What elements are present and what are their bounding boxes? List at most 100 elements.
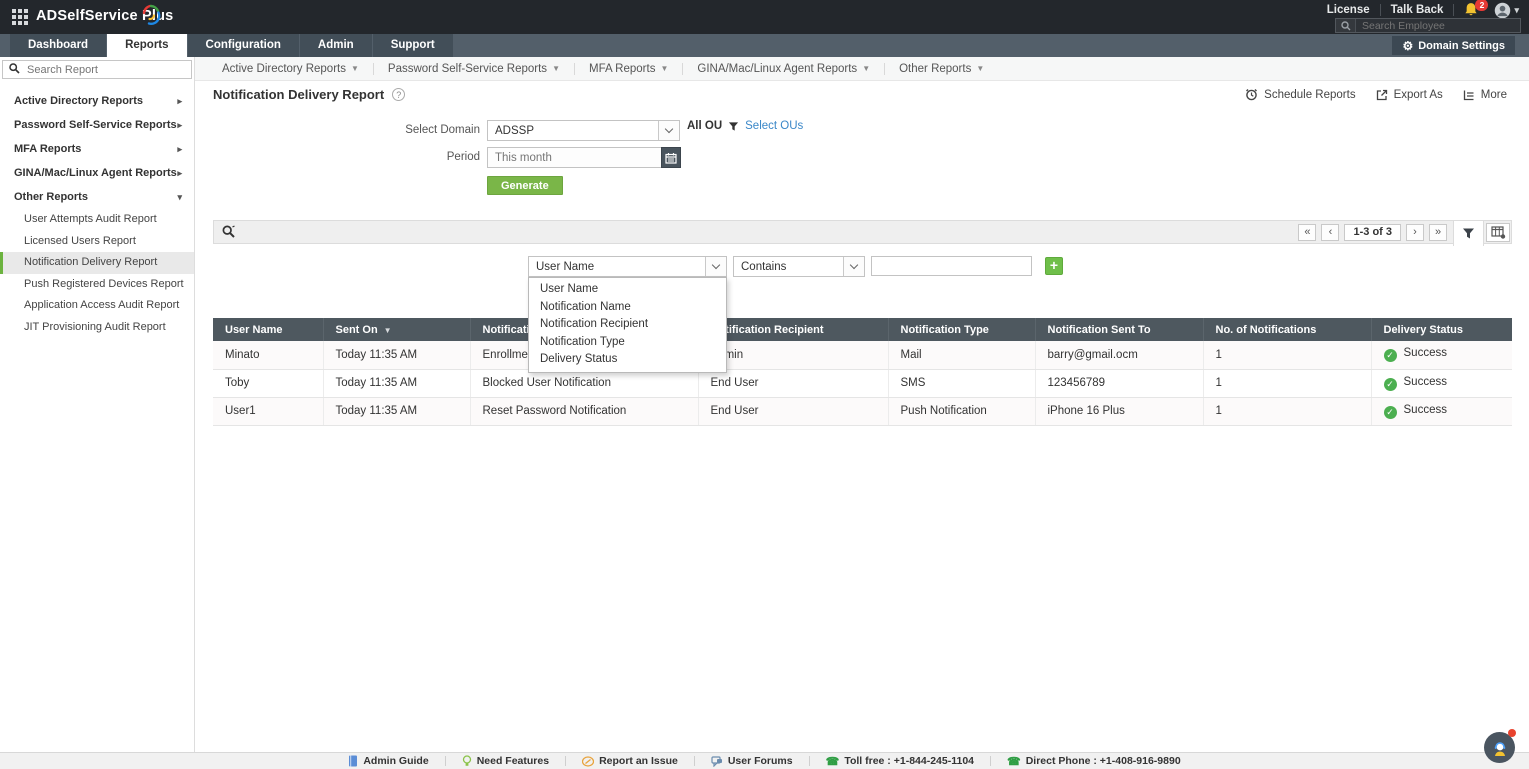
calendar-icon [665, 152, 677, 164]
column-chooser-button[interactable] [1486, 223, 1510, 242]
license-link[interactable]: License [1327, 4, 1370, 16]
sidebar-item-user-attempts-audit-report[interactable]: User Attempts Audit Report [0, 209, 194, 231]
sidebar-item-other-reports[interactable]: Other Reports ▾ [0, 185, 194, 209]
chat-alert-dot [1508, 729, 1516, 737]
report-an-issue-link[interactable]: Report an Issue [566, 755, 694, 767]
footer: Admin Guide Need Features Report an Issu… [0, 752, 1529, 769]
next-page-button[interactable]: › [1406, 224, 1424, 241]
success-check-icon: ✓ [1384, 406, 1397, 419]
chevron-right-icon: ▸ [177, 113, 182, 137]
dropdown-option-notification-type[interactable]: Notification Type [529, 334, 726, 352]
col-delivery-status[interactable]: Delivery Status [1371, 318, 1512, 341]
filter-funnel-icon [1462, 227, 1475, 240]
generate-button[interactable]: Generate [487, 176, 563, 195]
people-icon [711, 756, 723, 767]
dropdown-option-notification-name[interactable]: Notification Name [529, 299, 726, 317]
catnav-password-self-service-reports[interactable]: Password Self-Service Reports▼ [374, 63, 574, 75]
tab-admin[interactable]: Admin [300, 34, 372, 57]
domain-select[interactable]: ADSSP [487, 120, 680, 141]
col-sent-on[interactable]: Sent On▼ [323, 318, 470, 341]
need-features-link[interactable]: Need Features [446, 755, 565, 767]
tab-dashboard[interactable]: Dashboard [10, 34, 106, 57]
schedule-reports-button[interactable]: Schedule Reports [1245, 88, 1355, 101]
phone-icon: ☎ [1007, 755, 1021, 768]
topbar: ADSelfService Plus License Talk Back 2 ▾ [0, 0, 1529, 34]
account-menu[interactable]: ▾ [1494, 2, 1519, 19]
col-notification-sent-to[interactable]: Notification Sent To [1035, 318, 1203, 341]
sidebar-item-push-registered-devices-report[interactable]: Push Registered Devices Report [0, 274, 194, 296]
catnav-gina-mac-linux-agent-reports[interactable]: GINA/Mac/Linux Agent Reports▼ [683, 63, 884, 75]
table-search-icon[interactable] [222, 225, 236, 244]
chevron-right-icon: ▸ [177, 89, 182, 113]
catnav-mfa-reports[interactable]: MFA Reports▼ [575, 63, 682, 75]
filter-operator-select[interactable]: Contains [733, 256, 865, 277]
domain-settings-button[interactable]: ⚙ Domain Settings [1392, 36, 1515, 55]
alarm-clock-icon [1245, 88, 1258, 101]
dropdown-option-notification-recipient[interactable]: Notification Recipient [529, 316, 726, 334]
sidebar-item-active-directory-reports[interactable]: Active Directory Reports ▸ [0, 89, 194, 113]
catnav-active-directory-reports[interactable]: Active Directory Reports▼ [208, 63, 373, 75]
brand-swoosh-icon [140, 3, 162, 27]
tab-configuration[interactable]: Configuration [188, 34, 299, 57]
user-forums-link[interactable]: User Forums [695, 755, 809, 767]
export-as-button[interactable]: Export As [1376, 89, 1443, 101]
tab-reports[interactable]: Reports [107, 34, 186, 57]
sidebar-item-application-access-audit-report[interactable]: Application Access Audit Report [0, 295, 194, 317]
calendar-button[interactable] [661, 147, 681, 168]
report-grid: « ‹ 1-3 of 3 › » User Name [213, 220, 1512, 426]
support-agent-icon [1491, 739, 1509, 757]
catnav-other-reports[interactable]: Other Reports▼ [885, 63, 998, 75]
table-row[interactable]: Toby Today 11:35 AM Blocked User Notific… [213, 369, 1512, 397]
select-ous-link[interactable]: Select OUs [745, 120, 803, 132]
report-search-input[interactable] [23, 64, 191, 76]
notifications-bell-icon[interactable]: 2 [1464, 2, 1484, 18]
sort-desc-icon: ▼ [384, 326, 392, 335]
sidebar-item-notification-delivery-report[interactable]: Notification Delivery Report [0, 252, 194, 274]
phone-icon: ☎ [826, 755, 840, 768]
pencil-note-icon [582, 756, 594, 767]
topbar-utility-cluster: License Talk Back 2 ▾ [1327, 2, 1519, 18]
col-no-of-notifications[interactable]: No. of Notifications [1203, 318, 1371, 341]
first-page-button[interactable]: « [1298, 224, 1316, 241]
divider [1380, 4, 1381, 16]
status-badge: Success [1404, 347, 1447, 359]
direct-phone-number: ☎ Direct Phone : +1-408-916-9890 [991, 755, 1197, 768]
add-filter-button[interactable]: + [1045, 257, 1063, 275]
col-user-name[interactable]: User Name [213, 318, 323, 341]
dropdown-option-delivery-status[interactable]: Delivery Status [529, 351, 726, 369]
sidebar-item-jit-provisioning-audit-report[interactable]: JIT Provisioning Audit Report [0, 317, 194, 339]
toll-free-number: ☎ Toll free : +1-844-245-1104 [810, 755, 990, 768]
main-content: Notification Delivery Report ? Schedule … [195, 81, 1529, 752]
pagination-range-label: 1-3 of 3 [1344, 224, 1401, 241]
export-icon [1376, 89, 1388, 101]
last-page-button[interactable]: » [1429, 224, 1447, 241]
dropdown-option-user-name[interactable]: User Name [529, 281, 726, 299]
col-notification-type[interactable]: Notification Type [888, 318, 1035, 341]
tab-support[interactable]: Support [373, 34, 453, 57]
talkback-link[interactable]: Talk Back [1391, 4, 1444, 16]
sidebar-item-gina-mac-linux-agent-reports[interactable]: GINA/Mac/Linux Agent Reports ▸ [0, 161, 194, 185]
app-window: ADSelfService Plus License Talk Back 2 ▾ [0, 0, 1529, 769]
app-grid-icon[interactable] [12, 9, 28, 25]
filter-funnel-icon[interactable] [728, 121, 739, 132]
table-row[interactable]: User1 Today 11:35 AM Reset Password Noti… [213, 397, 1512, 425]
search-icon [1336, 19, 1356, 32]
filter-toggle-button[interactable] [1453, 221, 1484, 246]
filter-value-input[interactable] [871, 256, 1032, 276]
employee-search-input[interactable] [1356, 20, 1520, 32]
chevron-down-icon: ▼ [351, 64, 359, 73]
help-icon[interactable]: ? [392, 88, 405, 101]
sidebar-item-licensed-users-report[interactable]: Licensed Users Report [0, 231, 194, 253]
admin-guide-link[interactable]: Admin Guide [332, 755, 444, 767]
sidebar-item-mfa-reports[interactable]: MFA Reports ▸ [0, 137, 194, 161]
sidebar-item-password-self-service-reports[interactable]: Password Self-Service Reports ▸ [0, 113, 194, 137]
table-row[interactable]: Minato Today 11:35 AM Enrollment Notific… [213, 341, 1512, 369]
more-button[interactable]: More [1463, 89, 1507, 101]
filter-builder-row: User Name Contains + [528, 256, 1063, 277]
pagination: « ‹ 1-3 of 3 › » [1298, 224, 1447, 241]
period-input[interactable] [487, 147, 662, 168]
filter-field-select[interactable]: User Name [528, 256, 727, 277]
chevron-down-icon: ▼ [552, 64, 560, 73]
prev-page-button[interactable]: ‹ [1321, 224, 1339, 241]
notification-count-badge: 2 [1475, 0, 1488, 11]
